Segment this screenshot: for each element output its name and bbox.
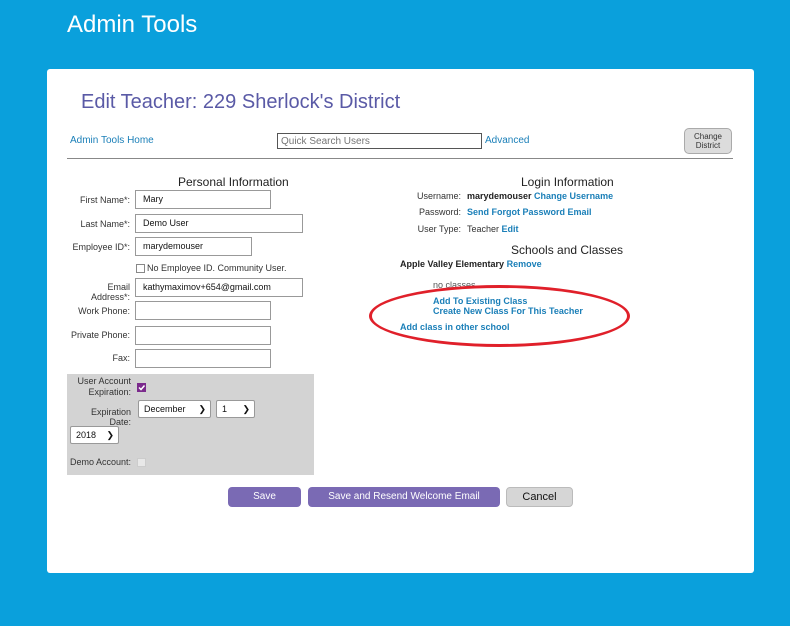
work-phone-label: Work Phone:: [78, 306, 130, 316]
schools-classes-heading: Schools and Classes: [511, 243, 624, 257]
no-employee-id-label: No Employee ID. Community User.: [147, 263, 287, 273]
username-label: Username:: [416, 191, 461, 201]
app-title: Admin Tools: [67, 11, 198, 38]
account-expiration-panel: User Account Expiration: Expiration Date…: [67, 374, 314, 475]
expiration-day-value: 1: [222, 404, 228, 414]
user-type-label: User Type:: [417, 224, 461, 234]
expiration-month-select[interactable]: December ❯: [138, 400, 211, 418]
expiration-year-select[interactable]: 2018 ❯: [70, 426, 119, 444]
send-forgot-password-link[interactable]: Send Forgot Password Email: [467, 207, 592, 217]
edit-user-type-link[interactable]: Edit: [502, 224, 519, 234]
user-account-expiration-label: User Account Expiration:: [71, 376, 131, 398]
user-type-value: Teacher: [467, 224, 500, 234]
change-username-link[interactable]: Change Username: [534, 191, 613, 201]
chevron-down-icon: ❯: [242, 404, 250, 414]
expiration-label-line1: User Account: [77, 376, 131, 386]
last-name-field[interactable]: Demo User: [135, 214, 303, 233]
first-name-field[interactable]: Mary: [135, 190, 271, 209]
expiration-day-select[interactable]: 1 ❯: [216, 400, 255, 418]
login-info-heading: Login Information: [521, 175, 614, 189]
quick-search-input[interactable]: [277, 133, 482, 149]
change-district-label-line2: District: [695, 141, 721, 150]
expiration-label-line2: Expiration:: [88, 387, 131, 397]
no-employee-id-checkbox[interactable]: [136, 264, 145, 273]
personal-info-heading: Personal Information: [178, 175, 289, 189]
expiration-year-value: 2018: [76, 430, 97, 440]
user-account-expiration-checkbox[interactable]: [137, 383, 146, 392]
fax-field[interactable]: [135, 349, 271, 368]
private-phone-label: Private Phone:: [70, 330, 130, 340]
edit-teacher-card: Edit Teacher: 229 Sherlock's District Ad…: [47, 69, 754, 573]
change-district-button[interactable]: Change District: [684, 128, 732, 154]
chevron-down-icon: ❯: [106, 430, 114, 440]
advanced-search-link[interactable]: Advanced: [485, 135, 529, 146]
employee-id-field[interactable]: marydemouser: [135, 237, 252, 256]
remove-school-link[interactable]: Remove: [507, 259, 542, 269]
divider: [67, 158, 733, 159]
last-name-label: Last Name*:: [80, 219, 130, 229]
email-label: Email Address*:: [90, 282, 130, 302]
chevron-down-icon: ❯: [198, 404, 206, 414]
fax-label: Fax:: [112, 353, 130, 363]
checkmark-icon: [138, 385, 146, 391]
demo-account-checkbox[interactable]: [137, 458, 146, 467]
red-annotation-ellipse: [369, 285, 630, 347]
expiration-month-value: December: [144, 404, 186, 414]
demo-account-label: Demo Account:: [69, 457, 131, 467]
username-value: marydemouser: [467, 191, 532, 201]
school-row: Apple Valley Elementary Remove: [400, 259, 542, 269]
user-type-row: Teacher Edit: [467, 224, 519, 234]
save-resend-welcome-button[interactable]: Save and Resend Welcome Email: [308, 487, 500, 507]
expiration-date-label: Expiration Date:: [90, 407, 131, 427]
email-field[interactable]: kathymaximov+654@gmail.com: [135, 278, 303, 297]
admin-tools-home-link[interactable]: Admin Tools Home: [70, 135, 154, 146]
work-phone-field[interactable]: [135, 301, 271, 320]
password-label: Password:: [418, 207, 461, 217]
username-row: marydemouser Change Username: [467, 191, 613, 201]
first-name-label: First Name*:: [79, 195, 130, 205]
change-district-label-line1: Change: [693, 132, 723, 141]
school-name: Apple Valley Elementary: [400, 259, 505, 269]
cancel-button[interactable]: Cancel: [506, 487, 573, 507]
private-phone-field[interactable]: [135, 326, 271, 345]
employee-id-label: Employee ID*:: [72, 242, 130, 252]
page-title: Edit Teacher: 229 Sherlock's District: [81, 91, 401, 113]
save-button[interactable]: Save: [228, 487, 301, 507]
